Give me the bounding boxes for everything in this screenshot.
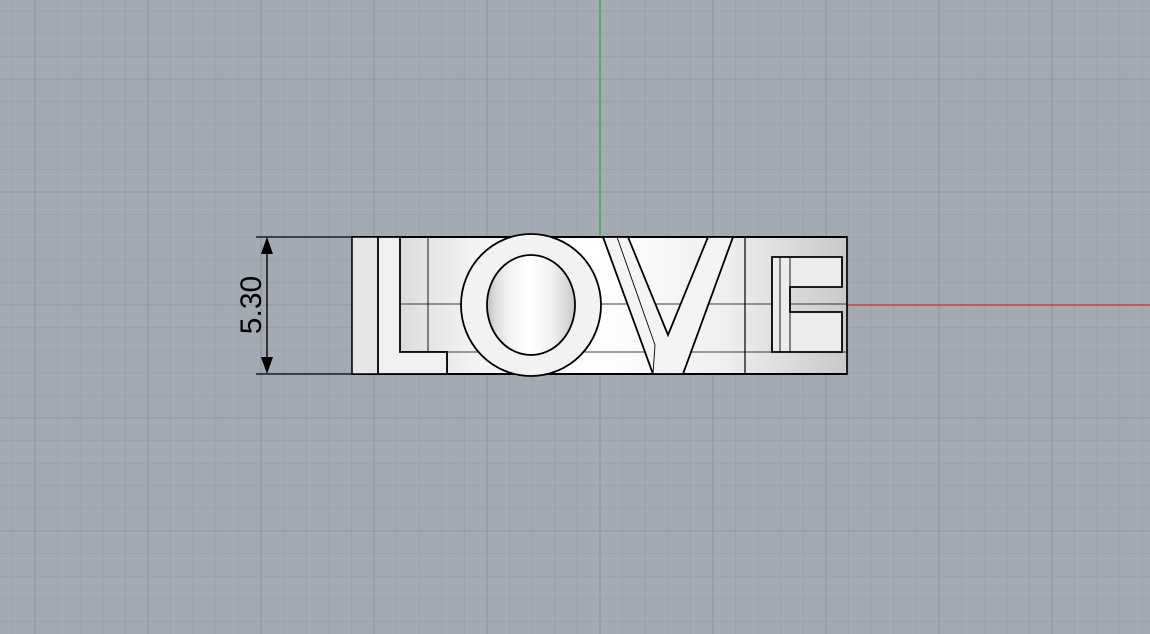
dimension-arrow-bottom <box>261 357 273 374</box>
love-text-model[interactable] <box>351 233 848 377</box>
perspective-viewport[interactable]: 5.30 <box>0 0 1150 634</box>
letter-o-inner <box>486 254 576 356</box>
dimension-value-label: 5.30 <box>235 276 268 334</box>
dimension-arrow-top <box>261 237 273 254</box>
viewport-canvas[interactable]: 5.30 <box>0 0 1150 634</box>
